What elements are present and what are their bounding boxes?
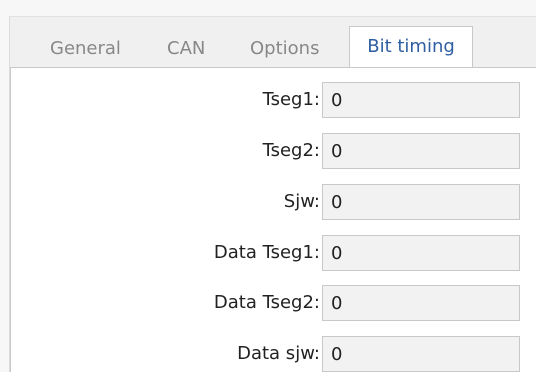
data-tseg1-field[interactable]: [322, 235, 520, 271]
tab-strip: General CAN Options Bit timing: [10, 26, 536, 67]
data-tseg1-label: Data Tseg1:: [213, 242, 320, 263]
data-tseg2-label: Data Tseg2:: [213, 292, 320, 313]
window-top-strip: [0, 0, 536, 17]
data-tseg2-field[interactable]: [322, 285, 520, 321]
tseg1-label: Tseg1:: [262, 89, 320, 110]
sjw-field[interactable]: [322, 184, 520, 220]
data-sjw-label: Data sjw:: [237, 343, 320, 364]
tab-general[interactable]: General: [50, 38, 121, 59]
sjw-label: Sjw:: [283, 191, 320, 212]
tseg2-label: Tseg2:: [262, 140, 320, 161]
tseg2-field[interactable]: [322, 133, 520, 169]
tab-bit-timing[interactable]: Bit timing: [349, 26, 473, 67]
left-edge: [0, 16, 10, 372]
settings-window: General CAN Options Bit timing Tseg1: Ts…: [0, 0, 536, 372]
bit-timing-panel: Tseg1: Tseg2: Sjw: Data Tseg1: Data Tseg…: [10, 67, 536, 372]
tab-can[interactable]: CAN: [167, 38, 205, 59]
data-sjw-field[interactable]: [322, 336, 520, 372]
tab-options[interactable]: Options: [250, 38, 319, 59]
tseg1-field[interactable]: [322, 82, 520, 118]
